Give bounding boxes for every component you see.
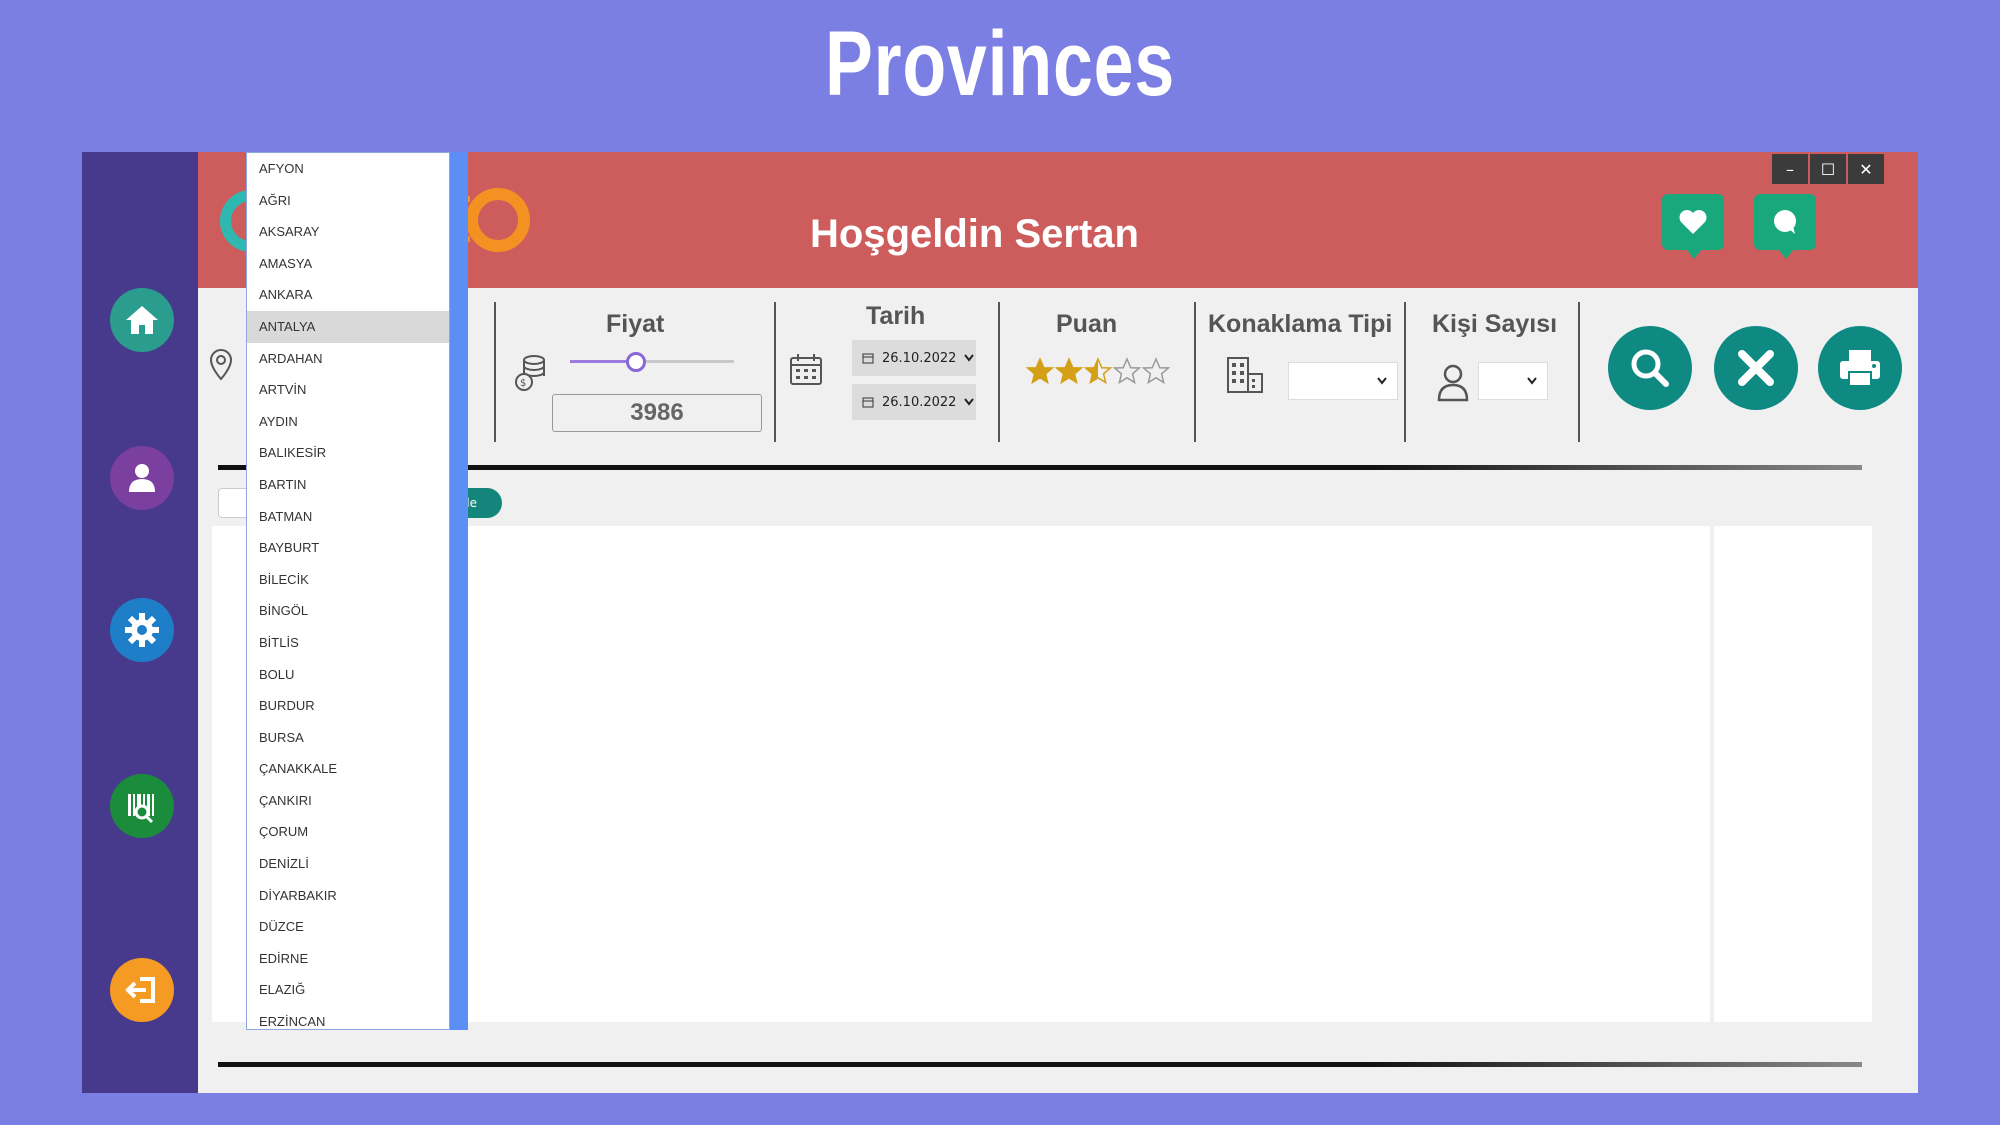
home-icon[interactable] <box>110 288 174 352</box>
province-option[interactable]: BİLECİK <box>247 564 449 596</box>
search-button[interactable] <box>1608 326 1692 410</box>
province-option[interactable]: AMASYA <box>247 248 449 280</box>
people-count-label: Kişi Sayısı <box>1432 310 1558 338</box>
sidebar <box>82 152 198 1093</box>
rating-label: Puan <box>1056 310 1118 338</box>
minimize-button[interactable]: – <box>1772 154 1808 184</box>
price-slider-thumb[interactable] <box>625 352 646 372</box>
slide-title: Provinces <box>824 13 1176 115</box>
province-option[interactable]: BALIKESİR <box>247 437 449 469</box>
clear-button[interactable] <box>1714 326 1798 410</box>
province-option[interactable]: ARTVİN <box>247 374 449 406</box>
province-option[interactable]: AKSARAY <box>247 216 449 248</box>
barcode-search-icon[interactable] <box>110 774 174 838</box>
end-date-value: 26.10.2022 <box>882 394 957 410</box>
divider-bottom <box>218 1062 1862 1067</box>
welcome-title: Hoşgeldin Sertan <box>810 212 1139 256</box>
user-icon[interactable] <box>110 446 174 510</box>
province-option[interactable]: BARTIN <box>247 469 449 501</box>
dropdown-scrollbar[interactable] <box>450 152 468 1030</box>
province-option[interactable]: ÇANKIRI <box>247 785 449 817</box>
province-option[interactable]: ELAZIĞ <box>247 974 449 1006</box>
province-option[interactable]: DÜZCE <box>247 911 449 943</box>
price-input[interactable]: 3986 <box>552 394 762 432</box>
province-option[interactable]: EDİRNE <box>247 943 449 975</box>
province-option[interactable]: ÇANAKKALE <box>247 753 449 785</box>
location-pin-icon <box>208 348 234 386</box>
person-icon <box>1436 362 1470 406</box>
side-panel <box>1714 526 1872 1022</box>
province-option[interactable]: BATMAN <box>247 501 449 533</box>
province-option[interactable]: BURDUR <box>247 690 449 722</box>
chevron-down-icon <box>1377 377 1387 385</box>
chevron-down-icon <box>1527 377 1537 385</box>
province-option[interactable]: BOLU <box>247 659 449 691</box>
star-rating[interactable] <box>1024 354 1174 388</box>
chevron-down-icon <box>964 354 975 362</box>
app-window: Hoşgeldin Sertan – ☐ ✕ Fiyat $ 3986 Tari… <box>82 152 1918 1093</box>
printer-icon <box>1840 350 1880 387</box>
start-date-picker[interactable]: 26.10.2022 <box>852 340 976 376</box>
close-icon <box>1738 350 1774 386</box>
separator <box>1404 302 1406 442</box>
province-option[interactable]: AĞRI <box>247 185 449 217</box>
search-icon <box>1631 349 1669 387</box>
small-calendar-icon <box>862 397 874 408</box>
separator <box>998 302 1000 442</box>
rating-star-icon[interactable] <box>1141 357 1171 385</box>
price-slider[interactable] <box>570 352 734 372</box>
province-option[interactable]: BAYBURT <box>247 532 449 564</box>
print-button[interactable] <box>1818 326 1902 410</box>
coins-icon: $ <box>512 352 548 396</box>
province-option[interactable]: BURSA <box>247 722 449 754</box>
separator <box>774 302 776 442</box>
accommodation-type-label: Konaklama Tipi <box>1208 310 1393 338</box>
logo-ring <box>466 188 530 252</box>
separator <box>1578 302 1580 442</box>
people-count-select[interactable] <box>1478 362 1548 400</box>
province-option[interactable]: ÇORUM <box>247 816 449 848</box>
province-option[interactable]: ARDAHAN <box>247 343 449 375</box>
date-label: Tarih <box>866 302 926 330</box>
rating-star-icon[interactable] <box>1083 357 1113 385</box>
rating-star-icon[interactable] <box>1054 357 1084 385</box>
price-label: Fiyat <box>606 310 665 338</box>
start-date-value: 26.10.2022 <box>882 350 957 366</box>
maximize-button[interactable]: ☐ <box>1810 154 1846 184</box>
province-option[interactable]: DENİZLİ <box>247 848 449 880</box>
rating-star-icon[interactable] <box>1112 357 1142 385</box>
close-window-button[interactable]: ✕ <box>1848 154 1884 184</box>
chevron-down-icon <box>964 398 975 406</box>
separator <box>494 302 496 442</box>
rating-star-icon[interactable] <box>1025 357 1055 385</box>
province-dropdown[interactable]: AFYON AĞRI AKSARAY AMASYA ANKARA ANTALYA ARDAH… <box>246 152 450 1030</box>
small-calendar-icon <box>862 353 874 364</box>
heart-icon[interactable] <box>1662 194 1724 259</box>
province-option[interactable]: ANKARA <box>247 279 449 311</box>
province-option[interactable]: AFYON <box>247 153 449 185</box>
province-option[interactable]: AYDIN <box>247 406 449 438</box>
province-option[interactable]: DİYARBAKIR <box>247 880 449 912</box>
province-option[interactable]: ERZİNCAN <box>247 1006 449 1029</box>
calendar-icon <box>788 352 824 392</box>
logout-icon[interactable] <box>110 958 174 1022</box>
gear-icon[interactable] <box>110 598 174 662</box>
accommodation-type-select[interactable] <box>1288 362 1398 400</box>
province-option[interactable]: BİTLİS <box>247 627 449 659</box>
building-icon <box>1224 354 1266 400</box>
svg-text:$: $ <box>520 378 526 389</box>
province-option[interactable]: ANTALYA <box>247 310 449 343</box>
separator <box>1194 302 1196 442</box>
chat-icon[interactable] <box>1754 194 1816 259</box>
end-date-picker[interactable]: 26.10.2022 <box>852 384 976 420</box>
province-option[interactable]: BİNGÖL <box>247 595 449 627</box>
